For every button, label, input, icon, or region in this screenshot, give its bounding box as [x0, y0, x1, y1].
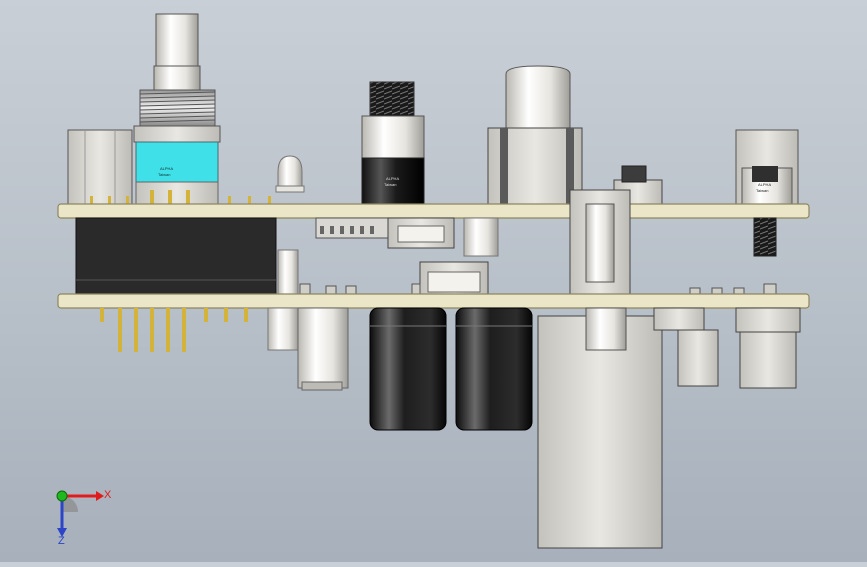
cad-viewport[interactable]: ALPHA Taiwan ALPHA Taiwan ALPHA Taiwan X… [0, 0, 867, 562]
y-axis-origin [56, 490, 68, 502]
coil-spring [753, 217, 777, 257]
switch-marking-1: ALPHA [758, 182, 771, 187]
pot-bushing-nut [133, 125, 221, 143]
white-cap-small [463, 217, 499, 257]
audio-jack-center: ALPHA Taiwan [361, 81, 425, 205]
jst-connector-bottom [419, 261, 489, 297]
rotary-potentiometer: ALPHA Taiwan [133, 13, 221, 208]
pot-marking-2: Taiwan [158, 172, 170, 177]
left-header-block [67, 129, 133, 205]
ribbon-connector [315, 217, 391, 239]
switch-body-vertical [569, 189, 631, 297]
pot-shaft [155, 13, 199, 69]
bottom-connector-2 [735, 307, 801, 389]
regulator-white [297, 307, 349, 391]
metal-bracket [537, 307, 663, 549]
z-axis-label: Z [58, 535, 65, 547]
mid-white-standoff [277, 249, 299, 297]
bottom-smd-pad [267, 307, 299, 351]
coordinate-triad: X Z [56, 489, 112, 547]
jack-marking-2: Taiwan [384, 182, 396, 187]
switch-marking-2: Taiwan [756, 188, 768, 193]
pot-base [135, 181, 219, 207]
right-switch-block: ALPHA Taiwan [735, 129, 799, 205]
black-header-block [75, 217, 277, 297]
top-pcb [57, 203, 810, 219]
pcb-assembly-model: ALPHA Taiwan ALPHA Taiwan ALPHA Taiwan X… [56, 13, 810, 549]
bottom-connector-1 [653, 307, 719, 387]
electrolytic-capacitor-2 [455, 307, 533, 431]
led [275, 155, 305, 193]
jack-thread [369, 81, 415, 119]
bottom-pcb [57, 293, 810, 309]
dc-jack [487, 65, 583, 205]
pot-marking-1: ALPHA [160, 166, 173, 171]
pot-thread [139, 89, 216, 127]
jst-connector-top [387, 217, 455, 249]
pot-collar [153, 65, 201, 91]
bottom-pin-header [100, 308, 248, 352]
electrolytic-capacitor-1 [369, 307, 447, 431]
x-axis-label: X [104, 489, 112, 501]
pot-body-label [135, 141, 219, 183]
jack-marking-1: ALPHA [386, 176, 399, 181]
